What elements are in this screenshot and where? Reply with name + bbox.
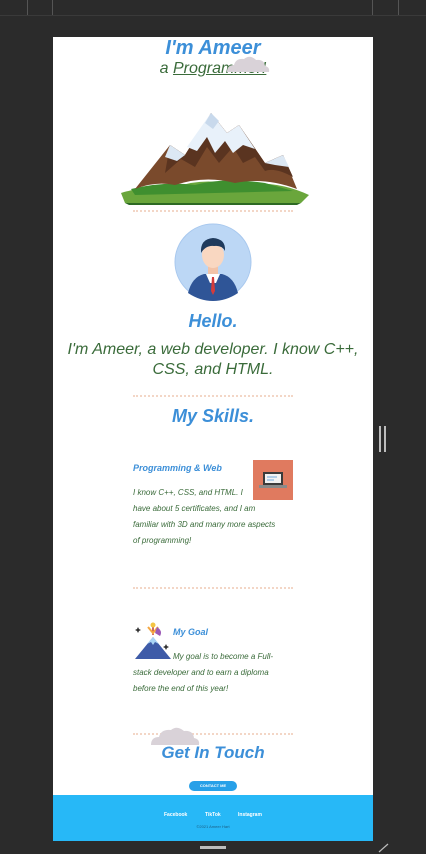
section-divider: [133, 395, 293, 397]
cloud-icon: [227, 56, 270, 72]
laptop-icon: [253, 460, 293, 500]
skill-card-text: I know C++, CSS, and HTML. I have about …: [133, 488, 276, 545]
skill-card-title: My Goal: [173, 627, 209, 637]
mountain-illustration: [121, 113, 309, 205]
skill-card-text: My goal is to become a Full- stack devel…: [133, 652, 274, 693]
avatar: [174, 223, 252, 301]
facebook-link[interactable]: Facebook: [164, 812, 187, 818]
contact-me-button[interactable]: CONTACT ME: [189, 781, 237, 791]
skills-heading: My Skills.: [171, 406, 255, 426]
hero-subtitle: a Programmer!: [53, 60, 373, 78]
hero-subtitle-prefix: a: [159, 60, 173, 77]
website-preview: I'm Ameer a Programmer! Hello. I'm Ameer…: [53, 37, 373, 841]
footer: Facebook TikTok Instagram ©2021 Ameer Ha…: [53, 795, 373, 841]
tiktok-link[interactable]: TikTok: [205, 812, 221, 818]
section-divider: [133, 587, 293, 589]
toolbar-separator: [398, 0, 399, 15]
editor-toolbar: [0, 0, 426, 16]
toolbar-separator: [27, 0, 28, 15]
hero-title: I'm Ameer: [165, 37, 261, 59]
instagram-link[interactable]: Instagram: [238, 812, 262, 818]
resize-corner-icon[interactable]: [377, 843, 391, 853]
toolbar-separator: [372, 0, 373, 15]
section-divider: [133, 210, 293, 212]
resize-handle-right[interactable]: [379, 426, 387, 452]
about-heading: Hello.: [188, 311, 238, 331]
copyright-text: ©2021 Ameer Hart: [196, 824, 230, 829]
skill-card-title: Programming & Web: [133, 463, 222, 473]
about-text: I'm Ameer, a web developer. I know C++, …: [67, 341, 359, 378]
contact-heading: Get In Touch: [161, 743, 265, 762]
toolbar-separator: [52, 0, 53, 15]
resize-handle-bottom[interactable]: [200, 846, 226, 849]
